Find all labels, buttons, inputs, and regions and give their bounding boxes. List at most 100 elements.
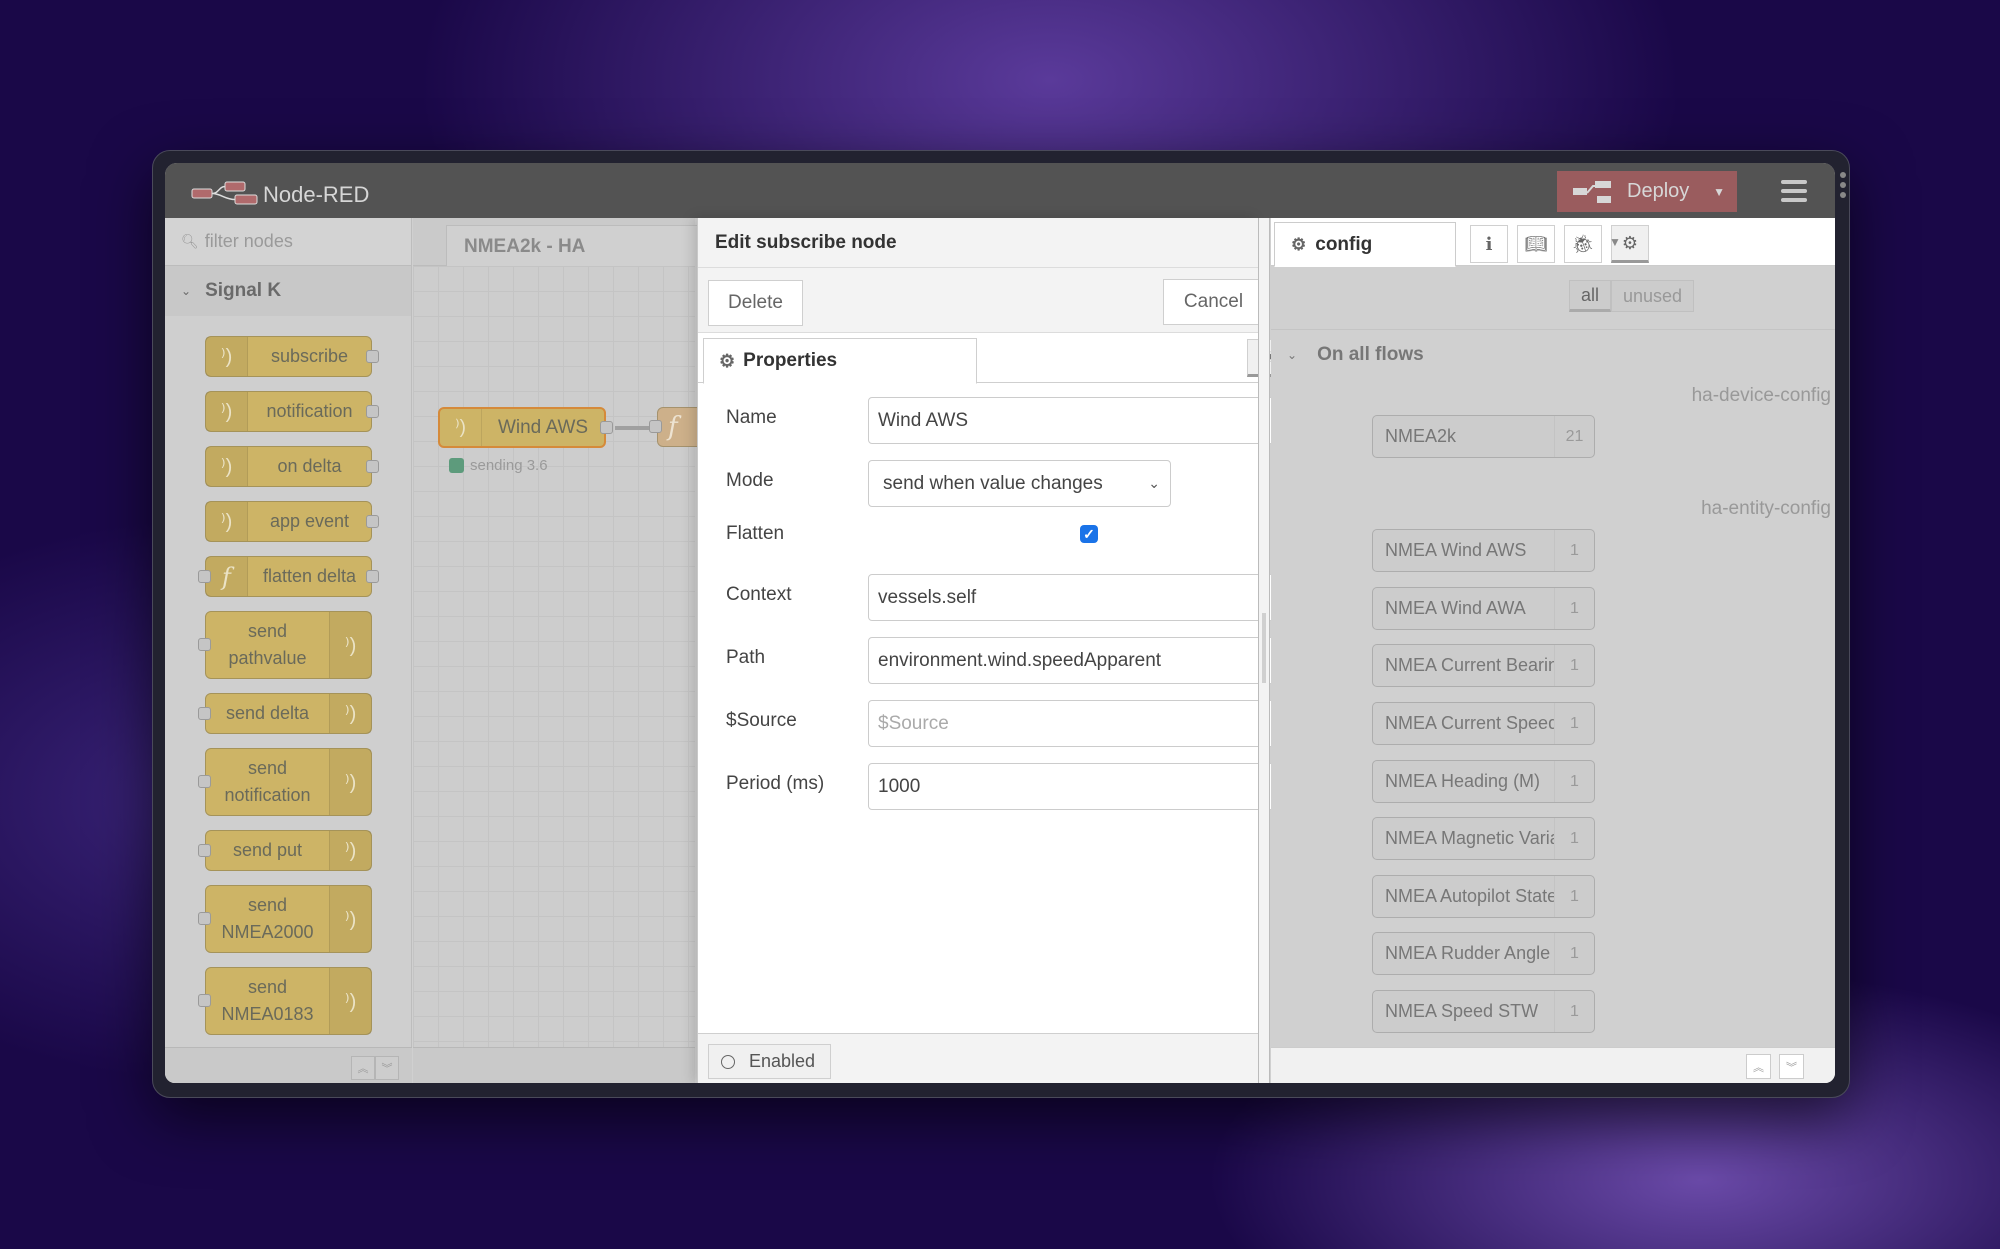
tab-nmea2k-ha[interactable]: NMEA2k - HA xyxy=(446,225,706,267)
input-port[interactable] xyxy=(649,420,662,433)
on-all-flows-header[interactable]: ⌄ On all flows xyxy=(1271,330,1835,380)
enabled-toggle[interactable]: Enabled xyxy=(708,1044,831,1079)
config-node-name: NMEA Current Speed xyxy=(1385,713,1554,733)
signal-icon: ⁾) xyxy=(206,392,248,431)
config-node[interactable]: NMEA Rudder Angle 1 xyxy=(1372,932,1595,975)
config-node-name: NMEA Autopilot State xyxy=(1385,886,1554,906)
deploy-button[interactable]: Deploy ▼ xyxy=(1557,171,1737,212)
collapse-all-icon[interactable]: ︽ xyxy=(1746,1054,1771,1079)
period-input[interactable] xyxy=(868,763,1310,810)
path-input[interactable] xyxy=(868,637,1310,684)
flow-node-label: Wind AWS xyxy=(497,416,589,438)
palette-node-label: flatten delta xyxy=(262,566,357,586)
config-list: ha-device-config NMEA2k 21 ha-entity-con… xyxy=(1271,380,1835,1040)
mode-select[interactable]: send when value changes ⌄ xyxy=(868,460,1171,507)
node-red-logo-icon xyxy=(191,181,258,205)
debug-bug-icon[interactable]: 🐞︎ xyxy=(1564,225,1602,263)
expand-all-icon[interactable]: ︾ xyxy=(375,1056,399,1080)
cancel-button[interactable]: Cancel xyxy=(1163,279,1264,325)
config-node[interactable]: NMEA Wind AWS 1 xyxy=(1372,529,1595,572)
config-node[interactable]: NMEA Current Speed 1 xyxy=(1372,702,1595,745)
gear-icon: ⚙ xyxy=(719,350,736,371)
palette-node-send-put[interactable]: send put ⁾) xyxy=(198,830,372,871)
config-node[interactable]: NMEA Autopilot State 1 xyxy=(1372,875,1595,918)
context-input[interactable] xyxy=(868,574,1310,621)
palette-filter-input[interactable]: 🔍︎ filter nodes xyxy=(165,218,411,266)
config-type-label: ha-device-config xyxy=(1691,385,1831,406)
function-icon: f xyxy=(668,412,678,442)
sidebar-footer: ︽ ︾ xyxy=(1271,1047,1835,1083)
config-node[interactable]: NMEA Heading (M) 1 xyxy=(1372,760,1595,803)
source-input[interactable] xyxy=(868,700,1310,747)
palette-node-send-delta[interactable]: send delta ⁾) xyxy=(198,693,372,734)
input-port xyxy=(198,569,211,583)
gear-icon: ⚙ xyxy=(1291,234,1307,254)
signal-icon: ⁾) xyxy=(329,749,371,815)
output-port xyxy=(366,404,379,418)
config-node[interactable]: NMEA Current Bearing 1 xyxy=(1372,644,1595,687)
window-resize-handle[interactable] xyxy=(1840,172,1846,198)
output-port[interactable] xyxy=(600,420,613,434)
signal-icon: ⁾) xyxy=(206,502,248,541)
palette-node-app-event[interactable]: ⁾) app event xyxy=(205,501,379,542)
signal-icon: ⁾) xyxy=(329,968,371,1034)
tab-properties[interactable]: ⚙ Properties xyxy=(703,338,977,384)
enabled-label: Enabled xyxy=(749,1051,816,1071)
palette-node-label: send notification xyxy=(224,758,311,805)
status-dot-icon xyxy=(449,458,464,473)
config-node-name: NMEA Rudder Angle xyxy=(1385,943,1551,963)
config-node[interactable]: NMEA Speed STW 1 xyxy=(1372,990,1595,1033)
main-menu-button[interactable] xyxy=(1781,180,1807,202)
palette-node-subscribe[interactable]: ⁾) subscribe xyxy=(205,336,379,377)
palette-node-on-delta[interactable]: ⁾) on delta xyxy=(205,446,379,487)
palette-category-signalk[interactable]: ⌄ Signal K xyxy=(165,266,411,316)
palette-category-label: Signal K xyxy=(205,280,282,301)
flatten-checkbox[interactable]: ✓ xyxy=(1080,525,1098,543)
palette-node-notification[interactable]: ⁾) notification xyxy=(205,391,379,432)
source-label: $Source xyxy=(726,710,797,731)
help-book-icon[interactable]: 📖︎ xyxy=(1517,225,1555,263)
config-node[interactable]: NMEA Magnetic Variation 1 xyxy=(1372,817,1595,860)
palette-node-label: subscribe xyxy=(270,346,349,366)
editor-tabs: ⚙ Properties ⚙ 🗎︎ ⧉ xyxy=(698,333,1377,384)
circle-icon xyxy=(721,1054,735,1069)
context-label: Context xyxy=(726,584,792,605)
config-node[interactable]: NMEA2k 21 xyxy=(1372,415,1595,458)
filter-unused-button[interactable]: unused xyxy=(1611,280,1695,312)
expand-all-icon[interactable]: ︾ xyxy=(1779,1054,1804,1079)
palette-node-flatten-delta[interactable]: f flatten delta xyxy=(198,556,379,597)
input-port xyxy=(198,706,211,720)
sidebar-menu-caret-icon[interactable]: ▼ xyxy=(1609,235,1621,249)
filter-all-button[interactable]: all xyxy=(1569,280,1612,312)
deploy-label: Deploy xyxy=(1627,180,1690,202)
palette-node-send-pathvalue[interactable]: send pathvalue ⁾) xyxy=(198,611,372,679)
delete-button[interactable]: Delete xyxy=(708,280,803,326)
flatten-row: Flatten ✓ xyxy=(698,513,1258,561)
palette-node-label: send NMEA0183 xyxy=(221,977,314,1024)
input-port xyxy=(198,843,211,857)
config-node-count: 1 xyxy=(1554,991,1594,1032)
flow-node-wind-aws[interactable]: ⁾) Wind AWS xyxy=(438,407,613,448)
palette-node-label: notification xyxy=(266,401,353,421)
config-node-count: 1 xyxy=(1554,761,1594,802)
config-node-name: NMEA Wind AWA xyxy=(1385,598,1526,618)
name-input[interactable] xyxy=(868,397,1310,444)
palette-node-label: on delta xyxy=(277,456,342,476)
palette-node-send-nmea0183[interactable]: send NMEA0183 ⁾) xyxy=(198,967,372,1035)
info-icon[interactable]: i xyxy=(1470,225,1508,263)
sidebar: ⚙ config i 📖︎ 🐞︎ ⚙ ▼ all unused ⌄ On all… xyxy=(1271,218,1835,1083)
mode-label: Mode xyxy=(726,470,774,491)
deploy-menu-caret-icon[interactable]: ▼ xyxy=(1713,185,1725,199)
sidebar-splitter[interactable] xyxy=(1258,218,1270,1083)
tab-config[interactable]: ⚙ config xyxy=(1274,222,1456,267)
workspace-canvas[interactable]: ⁾) Wind AWS f sending 3.6 xyxy=(413,266,707,1047)
palette-node-send-notification[interactable]: send notification ⁾) xyxy=(198,748,372,816)
config-node-name: NMEA Magnetic Variation xyxy=(1385,828,1554,848)
config-type-label: ha-entity-config xyxy=(1701,498,1831,519)
config-node[interactable]: NMEA Wind AWA 1 xyxy=(1372,587,1595,630)
config-node-count: 1 xyxy=(1554,645,1594,686)
editor-title: Edit subscribe node xyxy=(698,218,1258,268)
collapse-all-icon[interactable]: ︽ xyxy=(351,1056,375,1080)
palette-node-send-nmea2000[interactable]: send NMEA2000 ⁾) xyxy=(198,885,372,953)
chevron-down-icon: ⌄ xyxy=(181,284,192,298)
